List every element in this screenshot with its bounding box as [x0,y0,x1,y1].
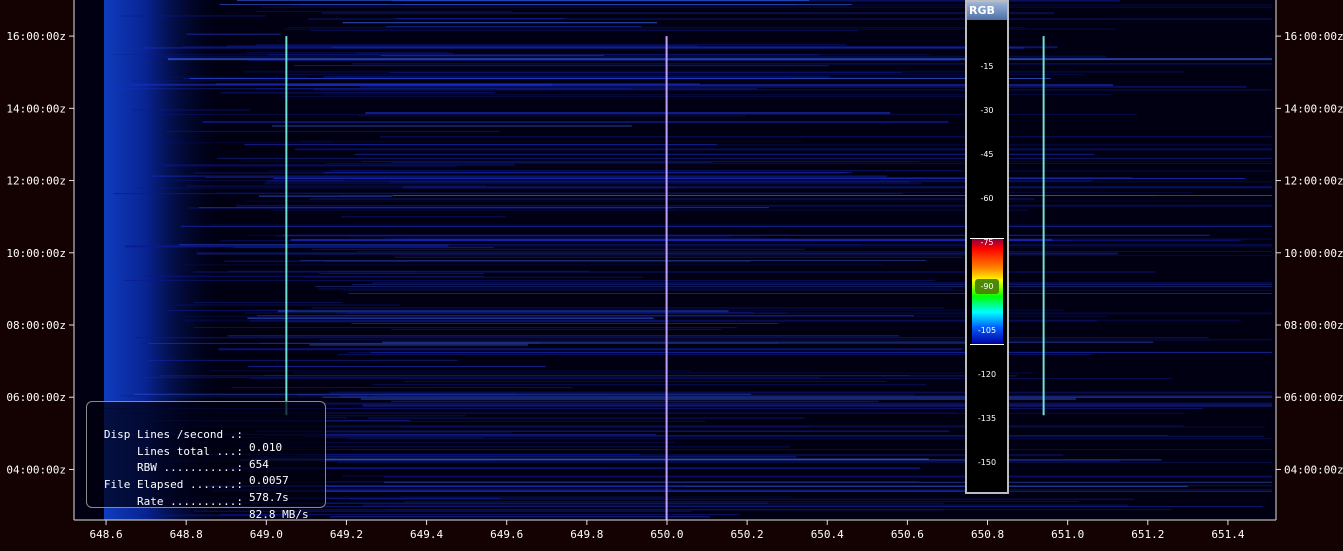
colorbar-tick-label: -135 [977,414,997,423]
colorbar-tick-label: -60 [980,194,994,203]
y-tick-label-left: 06:00:00z [6,391,66,404]
x-tick-label: 651.4 [1211,528,1244,541]
y-tick-label-left: 10:00:00z [6,247,66,260]
x-tick-label: 649.2 [330,528,363,541]
y-tick-label-left: 16:00:00z [6,30,66,43]
colorbar-tick-label: -120 [977,370,997,379]
x-tick-label: 650.4 [811,528,844,541]
x-tick-label: 651.2 [1131,528,1164,541]
x-axis-ticks: 648.6 648.8 649.0 649.2 649.4 649.6 649.8 650.0… [89,520,1245,541]
info-row-rate: Rate ..........: 82.8 MB/s [87,482,327,521]
info-value: 82.8 MB/s [249,508,309,521]
x-tick-label: 649.8 [570,528,603,541]
info-row-rbw: RBW ...........: 0.0057 [87,448,327,487]
x-tick-label: 649.4 [410,528,443,541]
colorbar-tick-label: -45 [980,150,994,159]
x-tick-label: 649.6 [490,528,523,541]
y-tick-label-left: 14:00:00z [6,102,66,115]
x-tick-label: 650.6 [891,528,924,541]
y-tick-label-right: 10:00:00z [1284,247,1343,260]
y-tick-label-left: 12:00:00z [6,175,66,188]
y-tick-label-right: 14:00:00z [1284,102,1343,115]
y-tick-label-right: 12:00:00z [1284,175,1343,188]
info-row-disp-lines: Disp Lines /second .: 0.010 [87,415,327,454]
info-label: Rate ..........: [137,495,243,508]
y-tick-label-left: 04:00:00z [6,463,66,476]
colorbar-tick-label: -105 [977,326,997,335]
y-tick-label-right: 04:00:00z [1284,463,1343,476]
colorbar-tick-label: -30 [980,106,994,115]
info-row-lines-total: Lines total ...: 654 [87,432,327,471]
y-tick-label-right: 16:00:00z [1284,30,1343,43]
x-tick-label: 650.2 [731,528,764,541]
colorbar-legend[interactable]: RGB -15 -30 -45 -60 -75 -90 -105 -120 -135 -150 [965,0,1009,494]
info-row-file-elapsed: File Elapsed .......: 578.7s [87,465,327,504]
y-tick-label-left: 08:00:00z [6,319,66,332]
colorbar-title: RGB [967,2,1007,20]
y-tick-label-right: 08:00:00z [1284,319,1343,332]
colorbar-tick-label: -150 [977,458,997,467]
colorbar-range-bottom-line[interactable] [970,344,1004,345]
x-tick-label: 651.0 [1051,528,1084,541]
x-tick-label: 650.8 [971,528,1004,541]
colorbar-tick-label: -15 [980,62,994,71]
x-tick-label: 649.0 [250,528,283,541]
info-panel: Disp Lines /second .: 0.010 Lines total … [86,401,327,521]
waterfall-window: 648.6 648.8 649.0 649.2 649.4 649.6 649.8 650.0… [0,0,1343,551]
x-tick-label: 650.0 [650,528,683,541]
y-tick-label-right: 06:00:00z [1284,391,1343,404]
colorbar-tick-label: -75 [980,238,994,247]
colorbar-tick-label: -90 [980,282,994,291]
x-tick-label: 648.8 [170,528,203,541]
